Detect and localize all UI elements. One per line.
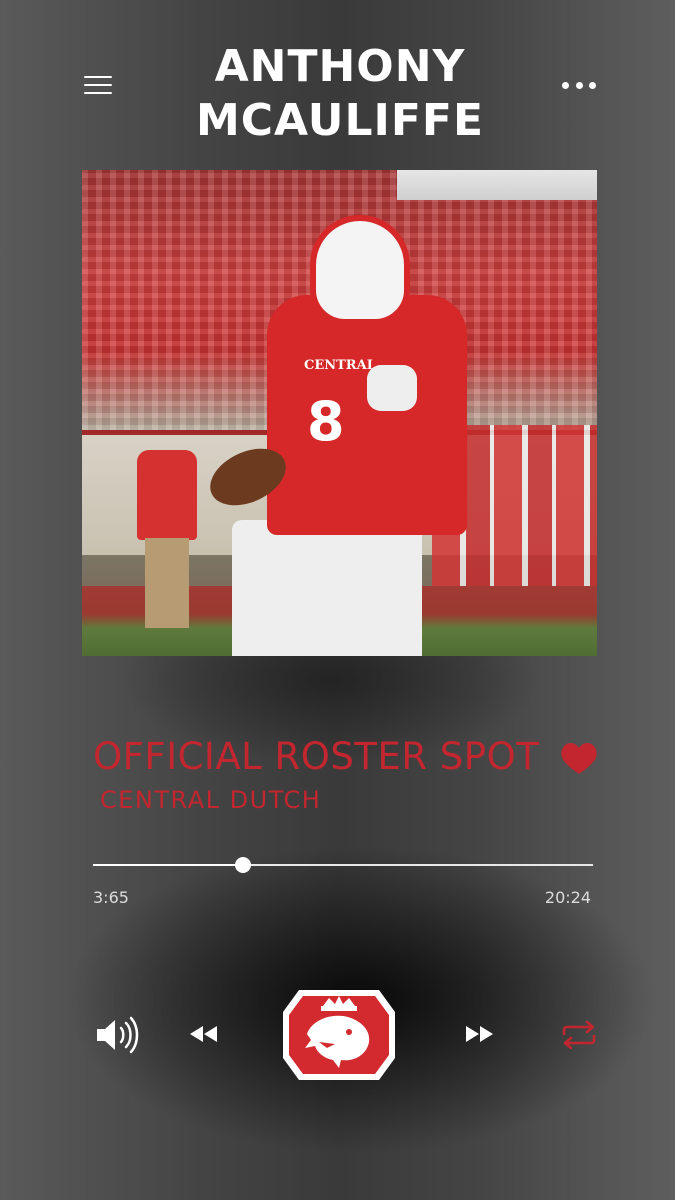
album-art: CENTRAL 8	[82, 170, 597, 656]
track-title: OFFICIAL ROSTER SPOT	[93, 735, 540, 778]
central-dutch-logo-icon[interactable]	[279, 982, 399, 1088]
track-subtitle: CENTRAL DUTCH	[100, 786, 322, 814]
progress-bar[interactable]	[93, 857, 593, 873]
volume-icon[interactable]	[94, 1015, 140, 1055]
jersey-text: CENTRAL	[304, 358, 376, 373]
repeat-icon[interactable]	[558, 1020, 600, 1050]
title-line-last: MCAULIFFE	[195, 95, 485, 146]
elapsed-time: 3:65	[93, 888, 129, 907]
fast-forward-icon[interactable]	[463, 1022, 497, 1046]
title-line-first: ANTHONY	[214, 41, 466, 92]
heart-icon[interactable]	[560, 740, 598, 776]
total-time: 20:24	[544, 888, 591, 907]
more-options-icon[interactable]	[562, 80, 596, 90]
hamburger-menu-icon[interactable]	[84, 76, 112, 96]
progress-knob[interactable]	[235, 857, 251, 873]
progress-fill	[93, 864, 243, 866]
jersey-number: 8	[307, 390, 345, 453]
page-title: ANTHONY MCAULIFFE	[150, 40, 530, 148]
rewind-icon[interactable]	[186, 1022, 220, 1046]
